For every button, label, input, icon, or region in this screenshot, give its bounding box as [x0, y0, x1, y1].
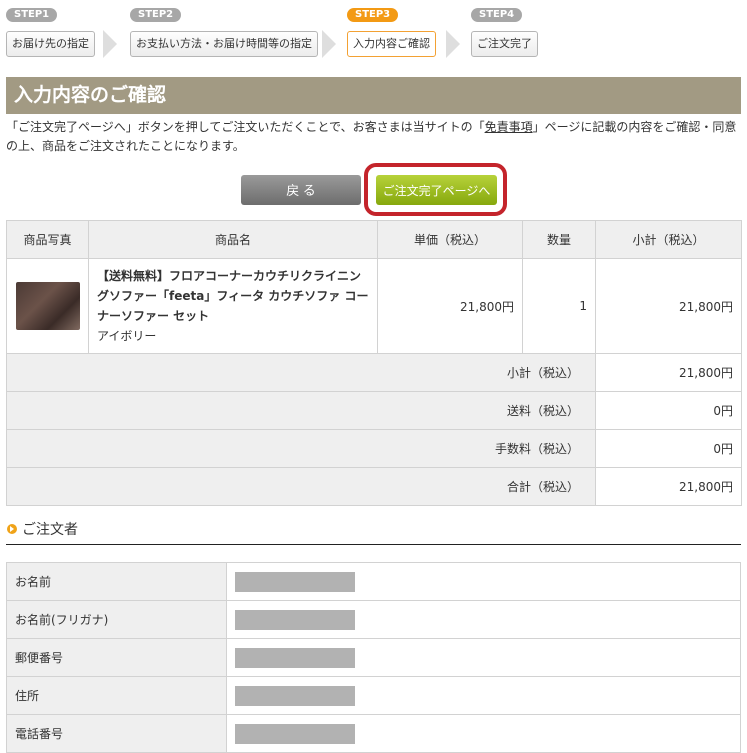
chevron-right-icon: [322, 30, 336, 58]
table-row: 【送料無料】フロアコーナーカウチリクライニングソファー「feeta」フィータ カ…: [6, 258, 742, 354]
orderer-section-header: ご注文者: [6, 518, 741, 545]
product-thumbnail[interactable]: [16, 282, 80, 330]
quantity: 1: [522, 258, 596, 354]
field-label: お名前(フリガナ): [6, 600, 227, 639]
field-value: [226, 638, 741, 677]
intro-text: 「ご注文完了ページへ」ボタンを押してご注文いただくことで、お客さまは当サイトの「…: [6, 118, 741, 156]
field-label: 郵便番号: [6, 638, 227, 677]
step-3-label: 入力内容ご確認: [347, 31, 436, 57]
step-1-label: お届け先の指定: [6, 31, 95, 57]
summary-label: 合計（税込）: [6, 467, 596, 506]
table-row: お名前(フリガナ): [6, 600, 741, 639]
orderer-table: お名前 お名前(フリガナ) 郵便番号 住所 電話番号: [6, 562, 741, 753]
summary-value: 21,800円: [595, 353, 742, 392]
step-1-badge: STEP1: [6, 8, 58, 22]
step-3: STEP3 入力内容ご確認: [347, 6, 436, 57]
disclaimer-link[interactable]: 免責事項: [485, 120, 533, 134]
step-2-label: お支払い方法・お届け時間等の指定: [130, 31, 318, 57]
total-value: 21,800円: [595, 467, 742, 506]
summary-row-total: 合計（税込） 21,800円: [6, 467, 742, 506]
summary-label: 手数料（税込）: [6, 429, 596, 468]
field-label: 住所: [6, 676, 227, 715]
field-value: [226, 600, 741, 639]
redacted-value: [235, 609, 355, 630]
table-row: 郵便番号: [6, 638, 741, 677]
step-4-label: ご注文完了: [471, 31, 538, 57]
product-name: 【送料無料】フロアコーナーカウチリクライニングソファー「feeta」フィータ カ…: [97, 269, 369, 323]
header-product-name: 商品名: [88, 220, 378, 259]
product-photo-cell: [6, 258, 89, 354]
summary-value: 0円: [595, 429, 742, 468]
summary-label: 小計（税込）: [6, 353, 596, 392]
redacted-value: [235, 685, 355, 706]
title-bar: 入力内容のご確認: [6, 77, 741, 114]
product-variant: アイボリー: [97, 329, 157, 343]
chevron-right-icon: [446, 30, 460, 58]
field-value: [226, 562, 741, 601]
summary-row-shipping: 送料（税込） 0円: [6, 391, 742, 430]
header-subtotal: 小計（税込）: [595, 220, 742, 259]
cart-table: 商品写真 商品名 単価（税込） 数量 小計（税込） 【送料無料】フロアコーナーカ…: [6, 220, 742, 506]
redacted-value: [235, 723, 355, 744]
header-quantity: 数量: [522, 220, 596, 259]
back-button[interactable]: 戻 る: [241, 175, 361, 205]
field-label: お名前: [6, 562, 227, 601]
summary-row-fee: 手数料（税込） 0円: [6, 429, 742, 468]
complete-order-button[interactable]: ご注文完了ページへ: [376, 175, 497, 205]
unit-price: 21,800円: [377, 258, 523, 354]
checkout-steps: STEP1 お届け先の指定 STEP2 お支払い方法・お届け時間等の指定 STE…: [6, 6, 746, 58]
summary-label: 送料（税込）: [6, 391, 596, 430]
step-1: STEP1 お届け先の指定: [6, 6, 95, 57]
table-row: 住所: [6, 676, 741, 715]
chevron-right-icon: [103, 30, 117, 58]
field-value: [226, 676, 741, 715]
summary-value: 0円: [595, 391, 742, 430]
step-3-badge: STEP3: [347, 8, 399, 22]
orderer-heading: ご注文者: [22, 522, 78, 538]
header-unit-price: 単価（税込）: [377, 220, 523, 259]
redacted-value: [235, 647, 355, 668]
step-2-badge: STEP2: [130, 8, 182, 22]
intro-text-1: 「ご注文完了ページへ」ボタンを押してご注文いただくことで、お客さまは当サイトの「: [6, 120, 485, 134]
summary-row-subtotal: 小計（税込） 21,800円: [6, 353, 742, 392]
page-title: 入力内容のご確認: [14, 84, 167, 106]
product-name-cell: 【送料無料】フロアコーナーカウチリクライニングソファー「feeta」フィータ カ…: [88, 258, 378, 354]
redacted-value: [235, 571, 355, 592]
item-subtotal: 21,800円: [595, 258, 742, 354]
step-4-badge: STEP4: [471, 8, 523, 22]
step-4: STEP4 ご注文完了: [471, 6, 538, 57]
table-row: お名前: [6, 562, 741, 601]
step-2: STEP2 お支払い方法・お届け時間等の指定: [130, 6, 318, 57]
header-photo: 商品写真: [6, 220, 89, 259]
bullet-icon: [7, 524, 17, 534]
